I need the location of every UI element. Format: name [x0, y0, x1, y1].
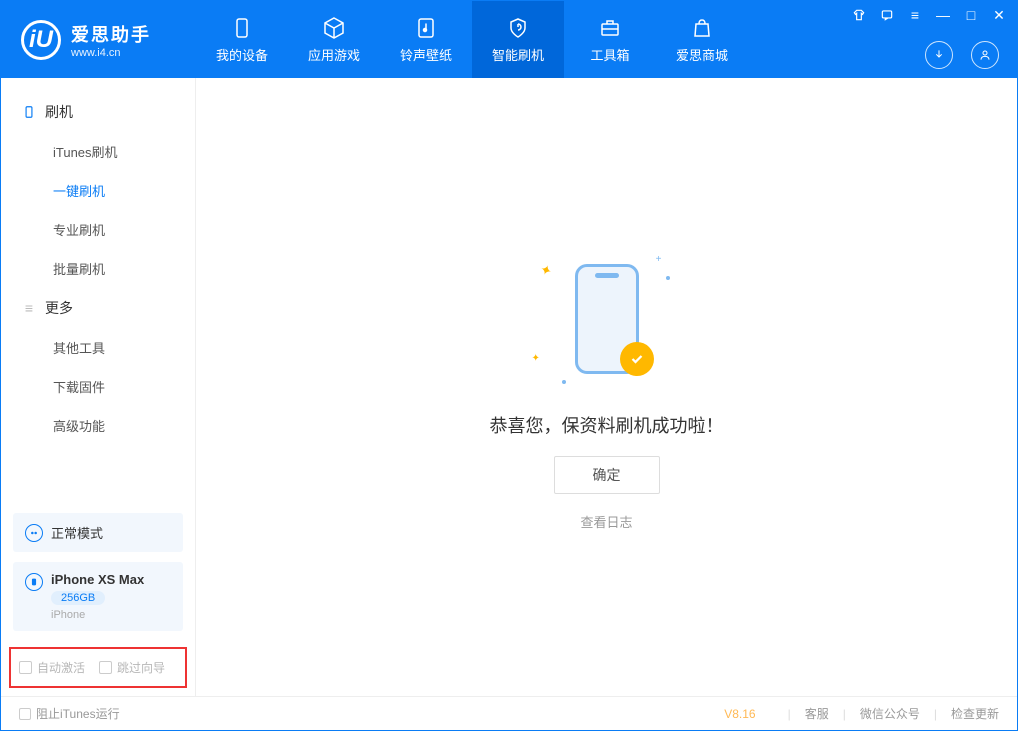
window-controls: ≡ — □ ✕	[851, 7, 1007, 23]
check-badge-icon	[620, 342, 654, 376]
skin-icon[interactable]	[851, 7, 867, 23]
tab-label: 铃声壁纸	[400, 45, 452, 64]
separator: |	[934, 707, 937, 721]
header-actions	[925, 41, 999, 69]
group-label: 更多	[45, 298, 73, 318]
tab-label: 爱思商城	[676, 45, 728, 64]
tab-apps-games[interactable]: 应用游戏	[288, 1, 380, 78]
body: 刷机 iTunes刷机 一键刷机 专业刷机 批量刷机 ≡ 更多 其他工具 下载固…	[1, 78, 1017, 696]
sidebar-scroll: 刷机 iTunes刷机 一键刷机 专业刷机 批量刷机 ≡ 更多 其他工具 下载固…	[1, 78, 195, 503]
logo-area: iU 爱思助手 www.i4.cn	[1, 1, 196, 78]
profile-button[interactable]	[971, 41, 999, 69]
sidebar-item-batch-flash[interactable]: 批量刷机	[1, 249, 195, 288]
checkbox-label: 阻止iTunes运行	[36, 705, 120, 722]
feedback-icon[interactable]	[879, 7, 895, 23]
checkbox-label: 跳过向导	[117, 659, 165, 676]
checkbox-block-itunes[interactable]: 阻止iTunes运行	[19, 705, 120, 722]
tab-label: 工具箱	[590, 45, 629, 64]
sparkle-icon: ✦	[532, 353, 540, 364]
version-label: V8.16	[724, 707, 755, 721]
header: iU 爱思助手 www.i4.cn 我的设备 应用游戏 铃声壁纸 智能刷机	[1, 1, 1017, 78]
sidebar-group-flash: 刷机 iTunes刷机 一键刷机 专业刷机 批量刷机	[1, 92, 195, 288]
group-label: 刷机	[45, 102, 73, 122]
separator: |	[788, 707, 791, 721]
device-icon	[25, 573, 43, 591]
sidebar-group-more: ≡ 更多 其他工具 下载固件 高级功能	[1, 288, 195, 445]
separator: |	[843, 707, 846, 721]
mode-label: 正常模式	[51, 523, 103, 542]
checkbox-label: 自动激活	[37, 659, 85, 676]
device-info: iPhone XS Max 256GB iPhone	[51, 572, 144, 621]
dot-icon	[562, 380, 566, 384]
device-panel: 正常模式 iPhone XS Max 256GB iPhone	[1, 503, 195, 643]
app-url: www.i4.cn	[71, 47, 151, 59]
tab-my-device[interactable]: 我的设备	[196, 1, 288, 78]
device-name: iPhone XS Max	[51, 572, 144, 587]
shield-icon	[505, 15, 531, 41]
tab-label: 智能刷机	[492, 45, 544, 64]
main-content: ✦ ✦ + 恭喜您，保资料刷机成功啦！ 确定 查看日志	[196, 78, 1017, 696]
device-type: iPhone	[51, 609, 144, 621]
sidebar-item-oneclick-flash[interactable]: 一键刷机	[1, 171, 195, 210]
app-window: iU 爱思助手 www.i4.cn 我的设备 应用游戏 铃声壁纸 智能刷机	[0, 0, 1018, 731]
maximize-button[interactable]: □	[963, 7, 979, 23]
tab-label: 应用游戏	[308, 45, 360, 64]
download-button[interactable]	[925, 41, 953, 69]
cube-icon	[321, 15, 347, 41]
dot-icon	[666, 276, 670, 280]
mode-icon	[25, 524, 43, 542]
footer-link-support[interactable]: 客服	[805, 705, 829, 722]
menu-icon[interactable]: ≡	[907, 7, 923, 23]
ok-button[interactable]: 确定	[554, 456, 660, 494]
footer-link-update[interactable]: 检查更新	[951, 705, 999, 722]
sidebar-item-advanced[interactable]: 高级功能	[1, 406, 195, 445]
sidebar-item-other-tools[interactable]: 其他工具	[1, 328, 195, 367]
sidebar-item-download-firmware[interactable]: 下载固件	[1, 367, 195, 406]
footer: 阻止iTunes运行 V8.16 | 客服 | 微信公众号 | 检查更新	[1, 696, 1017, 730]
mode-box[interactable]: 正常模式	[13, 513, 183, 552]
bag-icon	[689, 15, 715, 41]
minimize-button[interactable]: —	[935, 7, 951, 23]
checkbox-box	[19, 661, 32, 674]
group-header-flash[interactable]: 刷机	[1, 92, 195, 132]
device-box[interactable]: iPhone XS Max 256GB iPhone	[13, 562, 183, 631]
sidebar-item-pro-flash[interactable]: 专业刷机	[1, 210, 195, 249]
close-button[interactable]: ✕	[991, 7, 1007, 23]
tab-store[interactable]: 爱思商城	[656, 1, 748, 78]
tab-smart-flash[interactable]: 智能刷机	[472, 1, 564, 78]
success-message: 恭喜您，保资料刷机成功啦！	[490, 412, 724, 438]
tab-ringtones-wallpapers[interactable]: 铃声壁纸	[380, 1, 472, 78]
device-capacity: 256GB	[51, 591, 105, 605]
phone-icon	[21, 104, 37, 120]
sparkle-icon: +	[656, 254, 662, 265]
toolbox-icon	[597, 15, 623, 41]
logo-icon: iU	[21, 20, 61, 60]
sparkle-icon: ✦	[537, 260, 554, 280]
success-illustration: ✦ ✦ +	[532, 244, 682, 394]
logo-text: 爱思助手 www.i4.cn	[71, 21, 151, 59]
device-icon	[229, 15, 255, 41]
footer-link-wechat[interactable]: 微信公众号	[860, 705, 920, 722]
options-highlight-box: 自动激活 跳过向导	[9, 647, 187, 688]
checkbox-box	[19, 708, 31, 720]
group-header-more[interactable]: ≡ 更多	[1, 288, 195, 328]
view-log-link[interactable]: 查看日志	[580, 512, 632, 531]
sidebar-item-itunes-flash[interactable]: iTunes刷机	[1, 132, 195, 171]
app-title: 爱思助手	[71, 21, 151, 47]
sidebar: 刷机 iTunes刷机 一键刷机 专业刷机 批量刷机 ≡ 更多 其他工具 下载固…	[1, 78, 196, 696]
checkbox-box	[99, 661, 112, 674]
tab-label: 我的设备	[216, 45, 268, 64]
list-icon: ≡	[21, 300, 37, 316]
checkbox-skip-guide[interactable]: 跳过向导	[99, 659, 165, 676]
tab-toolbox[interactable]: 工具箱	[564, 1, 656, 78]
checkbox-auto-activate[interactable]: 自动激活	[19, 659, 85, 676]
header-tabs: 我的设备 应用游戏 铃声壁纸 智能刷机 工具箱 爱思商城	[196, 1, 748, 78]
music-icon	[413, 15, 439, 41]
